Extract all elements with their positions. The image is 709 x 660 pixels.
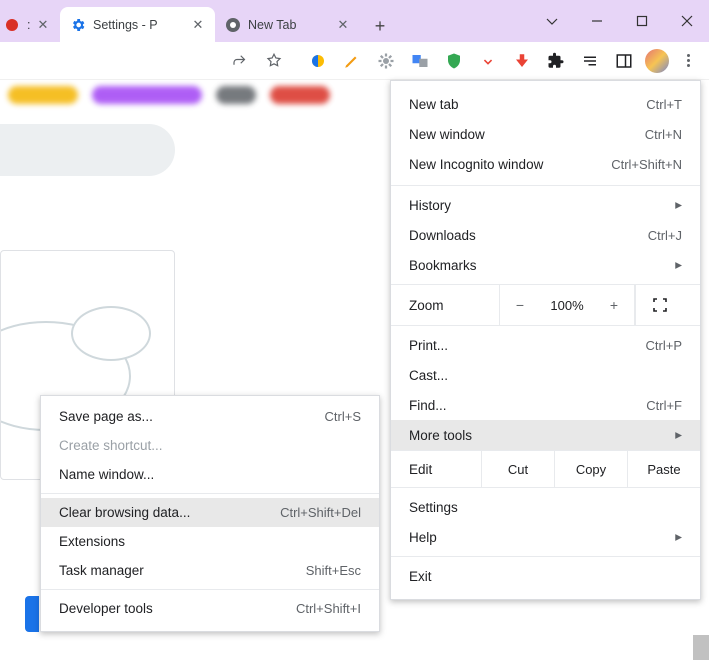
menu-downloads[interactable]: Downloads Ctrl+J bbox=[391, 220, 700, 250]
more-tools-submenu: Save page as... Ctrl+S Create shortcut..… bbox=[40, 395, 380, 632]
vertical-scrollbar[interactable] bbox=[693, 635, 709, 660]
ext-icon-pencil[interactable] bbox=[337, 46, 367, 76]
tab-0-close-icon[interactable]: ✕ bbox=[36, 18, 50, 32]
menu-settings[interactable]: Settings bbox=[391, 492, 700, 522]
close-window-button[interactable] bbox=[664, 0, 709, 42]
tab-1-close-icon[interactable]: ✕ bbox=[191, 18, 205, 32]
menu-help[interactable]: Help ▸ bbox=[391, 522, 700, 552]
ext-icon-1[interactable] bbox=[303, 46, 333, 76]
ext-icon-translate[interactable] bbox=[405, 46, 435, 76]
minimize-button[interactable] bbox=[574, 0, 619, 42]
menu-new-tab[interactable]: New tab Ctrl+T bbox=[391, 89, 700, 119]
ext-icon-thumb[interactable] bbox=[507, 46, 537, 76]
submenu-extensions[interactable]: Extensions bbox=[41, 527, 379, 556]
submenu-save-page[interactable]: Save page as... Ctrl+S bbox=[41, 402, 379, 431]
menu-find[interactable]: Find... Ctrl+F bbox=[391, 390, 700, 420]
menu-edit-row: Edit Cut Copy Paste bbox=[391, 450, 700, 488]
submenu-developer-tools[interactable]: Developer tools Ctrl+Shift+I bbox=[41, 594, 379, 623]
window-controls bbox=[529, 0, 709, 42]
titlebar: : Po ✕ Settings - P ✕ New Tab ✕ + bbox=[0, 0, 709, 42]
blurred-page-items bbox=[8, 86, 330, 104]
chrome-icon bbox=[225, 17, 241, 33]
ext-icon-list[interactable] bbox=[575, 46, 605, 76]
maximize-button[interactable] bbox=[619, 0, 664, 42]
blue-accent bbox=[25, 596, 39, 632]
edit-label: Edit bbox=[391, 451, 481, 487]
edit-cut[interactable]: Cut bbox=[481, 451, 554, 487]
chevron-right-icon: ▸ bbox=[675, 529, 682, 545]
new-tab-button[interactable]: + bbox=[366, 12, 394, 40]
settings-gear-icon bbox=[70, 17, 86, 33]
extensions-puzzle-icon[interactable] bbox=[541, 46, 571, 76]
chrome-menu-button[interactable] bbox=[673, 46, 703, 76]
ext-icon-arrow[interactable] bbox=[473, 46, 503, 76]
bookmark-star-icon[interactable] bbox=[259, 46, 289, 76]
submenu-name-window[interactable]: Name window... bbox=[41, 460, 379, 489]
tab-0-favicon bbox=[4, 17, 20, 33]
menu-print[interactable]: Print... Ctrl+P bbox=[391, 330, 700, 360]
fullscreen-button[interactable] bbox=[635, 285, 683, 325]
menu-zoom-row: Zoom − 100% + bbox=[391, 285, 700, 325]
tab-2-close-icon[interactable]: ✕ bbox=[336, 18, 350, 32]
menu-more-tools[interactable]: More tools ▸ bbox=[391, 420, 700, 450]
submenu-clear-browsing-data[interactable]: Clear browsing data... Ctrl+Shift+Del bbox=[41, 498, 379, 527]
menu-history[interactable]: History ▸ bbox=[391, 190, 700, 220]
tab-1-title: Settings - P bbox=[93, 18, 185, 32]
tab-search-button[interactable] bbox=[529, 0, 574, 42]
zoom-value: 100% bbox=[540, 298, 594, 313]
edit-paste[interactable]: Paste bbox=[627, 451, 700, 487]
chevron-right-icon: ▸ bbox=[675, 197, 682, 213]
share-icon[interactable] bbox=[225, 46, 255, 76]
menu-exit[interactable]: Exit bbox=[391, 561, 700, 591]
submenu-create-shortcut: Create shortcut... bbox=[41, 431, 379, 460]
tab-0-title: : Po bbox=[27, 18, 30, 32]
chevron-right-icon: ▸ bbox=[675, 257, 682, 273]
submenu-task-manager[interactable]: Task manager Shift+Esc bbox=[41, 556, 379, 585]
menu-bookmarks[interactable]: Bookmarks ▸ bbox=[391, 250, 700, 280]
tab-2[interactable]: New Tab ✕ bbox=[215, 7, 360, 42]
menu-new-window[interactable]: New window Ctrl+N bbox=[391, 119, 700, 149]
page-pill bbox=[0, 124, 175, 176]
ext-icon-shield[interactable] bbox=[439, 46, 469, 76]
menu-cast[interactable]: Cast... bbox=[391, 360, 700, 390]
zoom-label: Zoom bbox=[391, 298, 499, 313]
toolbar bbox=[0, 42, 709, 80]
ext-icon-gear[interactable] bbox=[371, 46, 401, 76]
chrome-main-menu: New tab Ctrl+T New window Ctrl+N New Inc… bbox=[390, 80, 701, 600]
zoom-out-button[interactable]: − bbox=[500, 297, 540, 313]
profile-avatar[interactable] bbox=[645, 49, 669, 73]
menu-new-incognito[interactable]: New Incognito window Ctrl+Shift+N bbox=[391, 149, 700, 179]
zoom-in-button[interactable]: + bbox=[594, 297, 634, 313]
side-panel-icon[interactable] bbox=[609, 46, 639, 76]
chevron-right-icon: ▸ bbox=[675, 427, 682, 443]
tab-0[interactable]: : Po ✕ bbox=[0, 7, 60, 42]
tab-2-title: New Tab bbox=[248, 18, 330, 32]
tab-1[interactable]: Settings - P ✕ bbox=[60, 7, 215, 42]
edit-copy[interactable]: Copy bbox=[554, 451, 627, 487]
